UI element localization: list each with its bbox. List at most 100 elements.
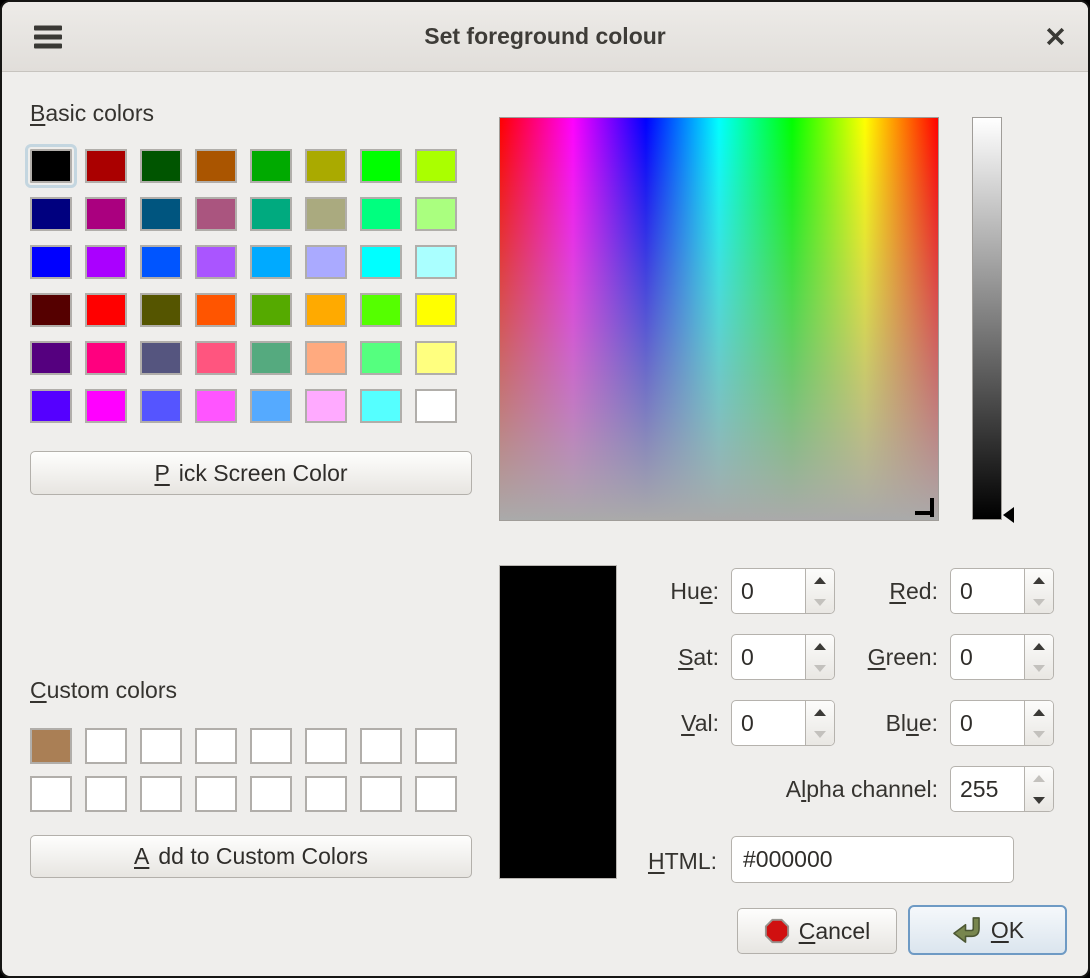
color-swatch[interactable] xyxy=(305,728,347,764)
color-swatch[interactable] xyxy=(305,149,347,183)
color-swatch[interactable] xyxy=(305,245,347,279)
color-swatch[interactable] xyxy=(85,245,127,279)
color-swatch[interactable] xyxy=(195,728,237,764)
color-swatch[interactable] xyxy=(30,149,72,183)
color-swatch[interactable] xyxy=(305,341,347,375)
color-swatch[interactable] xyxy=(305,197,347,231)
color-swatch[interactable] xyxy=(360,389,402,423)
value-slider[interactable] xyxy=(972,117,1002,520)
color-swatch[interactable] xyxy=(85,389,127,423)
alpha-spinbox xyxy=(950,766,1054,812)
color-swatch[interactable] xyxy=(30,245,72,279)
color-swatch[interactable] xyxy=(85,149,127,183)
color-swatch[interactable] xyxy=(360,728,402,764)
alpha-spin-up-icon[interactable] xyxy=(1025,767,1053,789)
blue-input[interactable] xyxy=(951,701,1024,745)
color-swatch[interactable] xyxy=(360,776,402,812)
color-swatch[interactable] xyxy=(415,293,457,327)
color-swatch[interactable] xyxy=(415,245,457,279)
color-swatch[interactable] xyxy=(415,149,457,183)
alpha-spin-buttons xyxy=(1024,767,1053,811)
red-spinbox xyxy=(950,568,1054,614)
red-input[interactable] xyxy=(951,569,1024,613)
add-to-custom-colors-button[interactable]: Add to Custom Colors xyxy=(30,835,472,878)
color-swatch[interactable] xyxy=(140,245,182,279)
color-swatch[interactable] xyxy=(250,245,292,279)
color-swatch[interactable] xyxy=(415,728,457,764)
color-swatch[interactable] xyxy=(85,293,127,327)
green-spin-buttons xyxy=(1024,635,1053,679)
dialog-content: Basic colors Pick Screen Color Custom co… xyxy=(2,72,1088,976)
color-swatch[interactable] xyxy=(140,728,182,764)
color-swatch[interactable] xyxy=(30,389,72,423)
blue-label: Blue: xyxy=(642,700,938,746)
ok-button[interactable]: OK xyxy=(908,905,1067,955)
alpha-spin-down-icon[interactable] xyxy=(1025,789,1053,811)
color-swatch[interactable] xyxy=(250,728,292,764)
html-color-input[interactable] xyxy=(731,836,1014,883)
window-title: Set foreground colour xyxy=(2,2,1088,71)
color-swatch[interactable] xyxy=(250,293,292,327)
hue-saturation-picker[interactable] xyxy=(499,117,939,521)
value-slider-handle-icon[interactable] xyxy=(1003,507,1014,523)
color-swatch[interactable] xyxy=(140,776,182,812)
color-swatch[interactable] xyxy=(30,293,72,327)
color-swatch[interactable] xyxy=(415,197,457,231)
color-swatch[interactable] xyxy=(415,389,457,423)
cancel-button[interactable]: Cancel xyxy=(737,908,897,954)
color-swatch[interactable] xyxy=(250,197,292,231)
color-swatch[interactable] xyxy=(195,293,237,327)
color-swatch[interactable] xyxy=(30,728,72,764)
color-swatch[interactable] xyxy=(305,293,347,327)
color-swatch[interactable] xyxy=(140,341,182,375)
green-spin-down-icon[interactable] xyxy=(1025,657,1053,679)
custom-colors-grid xyxy=(30,728,457,812)
green-input[interactable] xyxy=(951,635,1024,679)
red-spin-down-icon[interactable] xyxy=(1025,591,1053,613)
green-label: Green: xyxy=(642,634,938,680)
color-swatch[interactable] xyxy=(305,389,347,423)
color-swatch[interactable] xyxy=(195,776,237,812)
blue-spin-up-icon[interactable] xyxy=(1025,701,1053,723)
color-swatch[interactable] xyxy=(305,776,347,812)
color-swatch[interactable] xyxy=(360,245,402,279)
green-spin-up-icon[interactable] xyxy=(1025,635,1053,657)
color-swatch[interactable] xyxy=(360,341,402,375)
ok-button-label: OK xyxy=(991,917,1024,944)
blue-spin-down-icon[interactable] xyxy=(1025,723,1053,745)
color-swatch[interactable] xyxy=(140,149,182,183)
close-icon[interactable] xyxy=(1045,2,1066,71)
color-swatch[interactable] xyxy=(250,149,292,183)
color-swatch[interactable] xyxy=(195,389,237,423)
color-swatch[interactable] xyxy=(195,341,237,375)
color-swatch[interactable] xyxy=(140,389,182,423)
color-swatch[interactable] xyxy=(415,776,457,812)
color-swatch[interactable] xyxy=(195,149,237,183)
color-swatch[interactable] xyxy=(85,728,127,764)
color-swatch[interactable] xyxy=(195,245,237,279)
red-spin-up-icon[interactable] xyxy=(1025,569,1053,591)
color-swatch[interactable] xyxy=(250,341,292,375)
alpha-channel-label: Alpha channel: xyxy=(542,766,938,812)
red-label: Red: xyxy=(642,568,938,614)
color-swatch[interactable] xyxy=(250,776,292,812)
color-swatch[interactable] xyxy=(250,389,292,423)
pick-screen-color-button[interactable]: Pick Screen Color xyxy=(30,451,472,495)
blue-spin-buttons xyxy=(1024,701,1053,745)
color-swatch[interactable] xyxy=(360,149,402,183)
color-swatch[interactable] xyxy=(360,197,402,231)
color-swatch[interactable] xyxy=(85,197,127,231)
color-swatch[interactable] xyxy=(360,293,402,327)
color-swatch[interactable] xyxy=(30,341,72,375)
color-swatch[interactable] xyxy=(195,197,237,231)
color-swatch[interactable] xyxy=(85,776,127,812)
color-swatch[interactable] xyxy=(415,341,457,375)
color-swatch[interactable] xyxy=(30,776,72,812)
color-swatch[interactable] xyxy=(30,197,72,231)
color-swatch[interactable] xyxy=(140,197,182,231)
color-swatch[interactable] xyxy=(140,293,182,327)
alpha-input[interactable] xyxy=(951,767,1024,811)
cancel-button-label: Cancel xyxy=(799,918,871,945)
red-spin-buttons xyxy=(1024,569,1053,613)
color-swatch[interactable] xyxy=(85,341,127,375)
